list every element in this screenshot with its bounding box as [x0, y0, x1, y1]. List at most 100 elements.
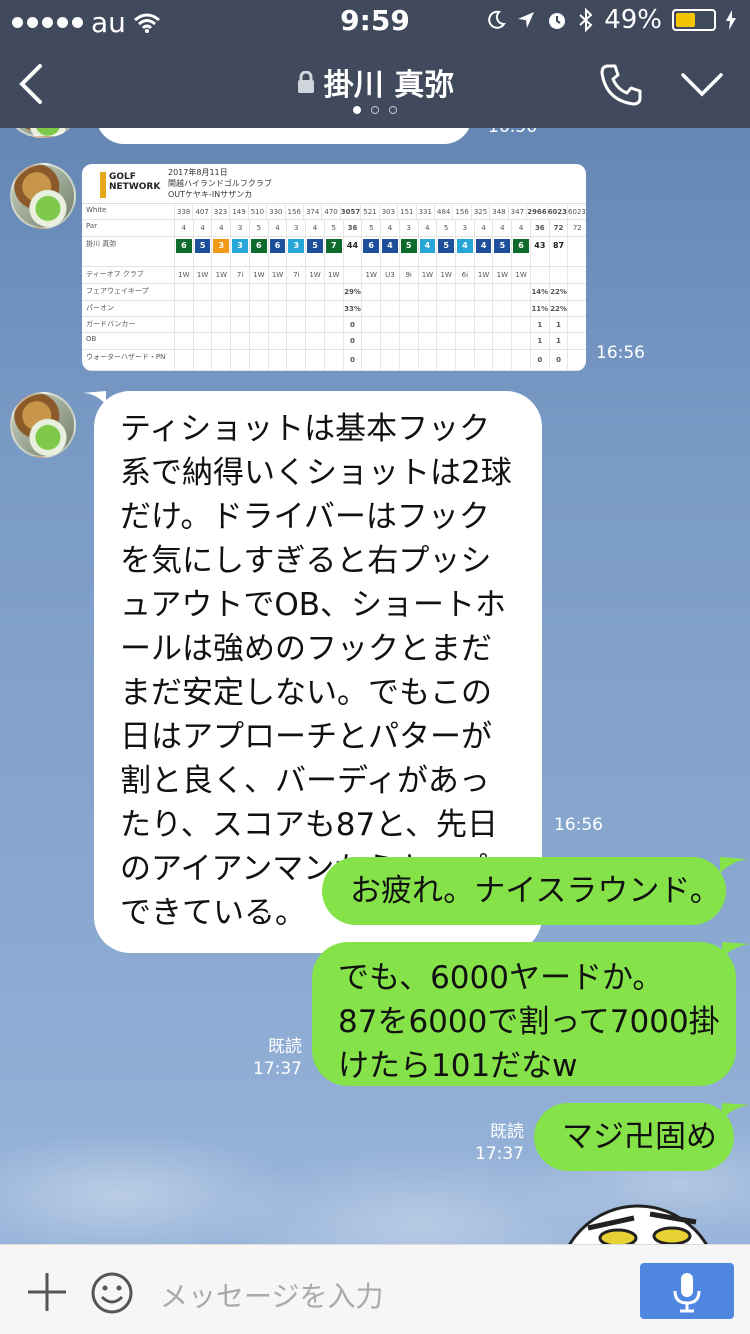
scorecard-cell [323, 301, 343, 316]
scorecard-row-label: ガードバンカー [86, 320, 136, 328]
scorecard-cell [511, 284, 530, 300]
bubble-tail [722, 942, 750, 958]
scorecard-cell [492, 350, 511, 370]
scorecard-cell: 4 [511, 220, 530, 236]
scorecard-cell [398, 301, 418, 316]
scorecard-cell: 87 [548, 237, 568, 266]
scorecard-cell: 4 [417, 220, 437, 236]
scorecard-cell [286, 350, 305, 370]
scorecard-cell: 1W [473, 267, 493, 283]
scorecard-cell: 323 [210, 204, 229, 219]
message-read-time: 既読 17:37 [475, 1122, 524, 1164]
scorecard-cell [492, 333, 511, 349]
scorecard-row-label: White [86, 206, 107, 214]
scorecard-cell [267, 301, 287, 316]
scorecard-cell [473, 284, 493, 300]
scorecard-row: ティーオフ クラブ 1W 1W 1W 7i 1W 1W 7i 1W 1W 1W U3 9i 1W 1W 6i 1… [82, 267, 586, 284]
scorecard-cell [174, 317, 193, 332]
scorecard-cell: 6 [511, 237, 530, 266]
scorecard-cell: 521 [360, 204, 378, 219]
message-text: ティショットは基本フック系で納得いくショットは2球だけ。ドライバーはフックを気に… [120, 411, 512, 931]
scorecard-cell: 151 [397, 204, 415, 219]
scorecard-cell [361, 284, 380, 300]
message-bubble-sent[interactable]: でも、6000ヤードか。 87を6000で割って7000掛けたら101だなw [312, 942, 736, 1086]
message-text: お疲れ。ナイスラウンド。 [350, 873, 721, 909]
sticker-icon[interactable] [556, 1168, 720, 1244]
scorecard-cell [567, 284, 586, 300]
scorecard-cell: 4 [211, 220, 230, 236]
scorecard-cell: 5 [361, 220, 380, 236]
scorecard-cell [286, 284, 305, 300]
scorecard-cell: 331 [415, 204, 434, 219]
scorecard-cell [286, 317, 305, 332]
scorecard-cell [192, 317, 212, 332]
scorecard-cell [398, 333, 418, 349]
scorecard-cell: 1W [323, 267, 343, 283]
scorecard-cell: 5 [323, 220, 343, 236]
scorecard-cell [567, 267, 586, 283]
avatar[interactable] [10, 128, 76, 138]
scorecard-cell: 3 [286, 237, 305, 266]
scorecard-cell [548, 267, 568, 283]
scorecard-image[interactable]: GOLF NETWORK 2017年8月11日 関越ハイランドゴルフクラブ OU… [82, 164, 586, 371]
plus-icon[interactable] [26, 1271, 68, 1313]
message-bubble-sent[interactable]: マジ卍固め [534, 1103, 734, 1171]
scorecard-cell: 1 [548, 333, 568, 349]
chat-area[interactable]: 16:56 GOLF NETWORK 2017年8月11日 関越ハイランドゴルフ… [0, 128, 750, 1244]
scorecard-cell: 0 [342, 333, 362, 349]
hole-score: 87 [552, 241, 565, 250]
scorecard-row-label: ウォーターハザード・PN [86, 353, 166, 361]
scorecard-cell [436, 317, 455, 332]
scorecard-row: OB 0 1 1 [82, 333, 586, 350]
scorecard-cell [511, 333, 530, 349]
scorecard-cell [323, 317, 343, 332]
page-dot [389, 106, 397, 114]
scorecard-cell: 33% [342, 301, 362, 316]
scorecard-cell: 4 [380, 220, 399, 236]
scorecard-cell: 1 [529, 317, 549, 332]
scorecard-cell: 510 [247, 204, 266, 219]
scorecard-cell [361, 333, 380, 349]
scorecard-cell [192, 350, 212, 370]
scorecard-cell: 4 [267, 220, 287, 236]
scorecard-cell [286, 301, 305, 316]
avatar[interactable] [10, 392, 76, 458]
scorecard-cell [455, 301, 474, 316]
scorecard-cell: 6 [361, 237, 380, 266]
scorecard-cell: 5 [305, 237, 324, 266]
scorecard-cell: 36 [529, 220, 549, 236]
scorecard-cell: 5 [248, 220, 268, 236]
scorecard-cell [174, 350, 193, 370]
charging-icon [726, 10, 736, 30]
scorecard-row: Par 4 4 4 3 5 4 3 4 5 36 5 4 3 4 5 3 4 4 4 36 72 72 [82, 220, 586, 237]
emoji-icon[interactable] [90, 1271, 134, 1315]
scorecard-cell: 72 [567, 220, 586, 236]
scorecard-cell: 374 [302, 204, 321, 219]
chevron-down-icon[interactable] [680, 70, 724, 100]
scorecard-cell: 0 [342, 350, 362, 370]
hole-score: 4 [419, 239, 436, 253]
scorecard-cell [455, 350, 474, 370]
scorecard-cell [361, 317, 380, 332]
scorecard-cell [211, 317, 230, 332]
avatar[interactable] [10, 163, 76, 229]
scorecard-cell [492, 284, 511, 300]
message-bubble-sent[interactable]: お疲れ。ナイスラウンド。 [322, 857, 726, 925]
phone-icon[interactable] [598, 62, 644, 108]
scorecard-cell: 0 [342, 317, 362, 332]
mic-button[interactable] [640, 1263, 734, 1319]
scorecard-cell [398, 317, 418, 332]
scorecard-cell: 1W [305, 267, 324, 283]
scorecard-cell [174, 284, 193, 300]
message-bubble-partial[interactable] [96, 128, 472, 144]
mic-icon [673, 1273, 701, 1313]
scorecard-cell: 43 [529, 237, 549, 266]
scorecard-cell: 338 [174, 204, 192, 219]
message-input[interactable]: メッセージを入力 [160, 1275, 383, 1315]
location-icon [518, 12, 535, 28]
scorecard-cell [361, 301, 380, 316]
hole-score: 4 [382, 239, 398, 253]
scorecard-row-label: ティーオフ クラブ [86, 270, 144, 278]
scorecard-cell: 5 [436, 220, 455, 236]
scorecard-cell [248, 333, 268, 349]
